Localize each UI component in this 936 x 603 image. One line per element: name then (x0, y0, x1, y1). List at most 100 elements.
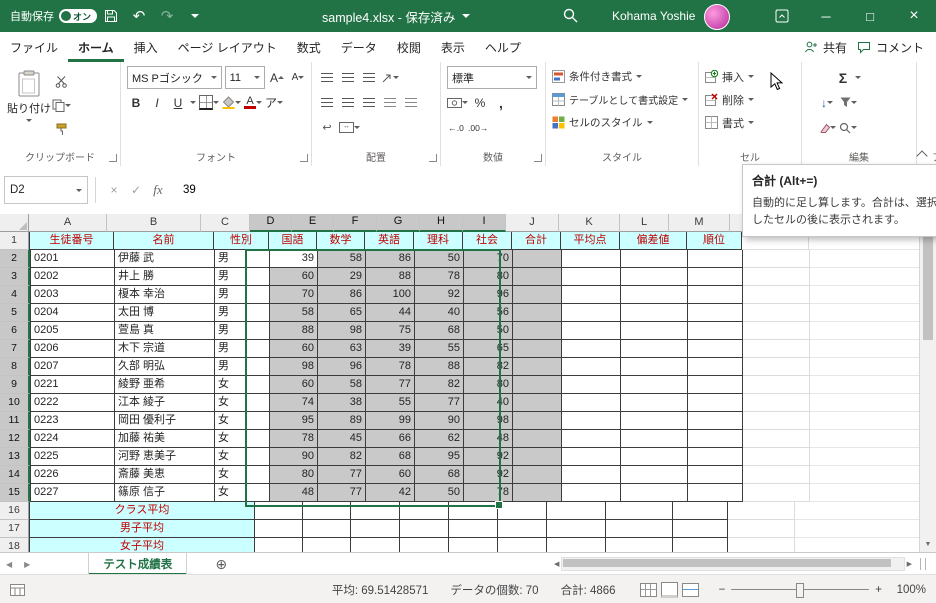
cell-J13[interactable] (562, 448, 621, 466)
cell-A6[interactable]: 0205 (30, 322, 115, 340)
column-header-D[interactable]: D (250, 214, 292, 232)
maximize-button[interactable]: □ (848, 0, 892, 32)
cell-G13[interactable]: 95 (415, 448, 464, 466)
autosave-toggle[interactable]: オン (59, 9, 97, 23)
cell-M15[interactable] (743, 484, 810, 502)
status-sum[interactable]: 合計: 4866 (561, 582, 616, 598)
row-header-18[interactable]: 18 (0, 538, 29, 552)
cell-I13[interactable] (513, 448, 562, 466)
cell-A13[interactable]: 0225 (30, 448, 115, 466)
cell-J5[interactable] (562, 304, 621, 322)
minimize-button[interactable]: ─ (804, 0, 848, 32)
row-header-4[interactable]: 4 (0, 286, 30, 304)
cell-C8[interactable]: 男 (215, 358, 270, 376)
cell-D12[interactable]: 78 (270, 430, 318, 448)
cell-K10[interactable] (621, 394, 688, 412)
cell-C6[interactable]: 男 (215, 322, 270, 340)
cell-I17[interactable] (498, 520, 547, 538)
font-color-button[interactable]: A (244, 93, 262, 113)
cell-I15[interactable] (513, 484, 562, 502)
cell-H3[interactable]: 80 (464, 268, 513, 286)
cell-C10[interactable]: 女 (215, 394, 270, 412)
cell-B8[interactable]: 久部 明弘 (115, 358, 215, 376)
cell-I10[interactable] (513, 394, 562, 412)
cell-H6[interactable]: 50 (464, 322, 513, 340)
cell-G9[interactable]: 82 (415, 376, 464, 394)
cell-L17[interactable] (673, 520, 728, 538)
cell-D1[interactable]: 国語 (269, 232, 317, 250)
font-name-dropdown-icon[interactable] (210, 76, 217, 79)
cell-B4[interactable]: 榎本 幸治 (115, 286, 215, 304)
row-header-5[interactable]: 5 (0, 304, 30, 322)
align-right-button[interactable] (360, 93, 378, 113)
cell-I6[interactable] (513, 322, 562, 340)
cell-F8[interactable]: 78 (366, 358, 415, 376)
cell-E8[interactable]: 96 (318, 358, 366, 376)
cut-button[interactable] (52, 71, 71, 91)
cell-M10[interactable] (743, 394, 810, 412)
row-header-8[interactable]: 8 (0, 358, 30, 376)
cell-K9[interactable] (621, 376, 688, 394)
cell-I8[interactable] (513, 358, 562, 376)
cell-C3[interactable]: 男 (215, 268, 270, 286)
save-button[interactable] (97, 0, 125, 32)
cell-B14[interactable]: 斎藤 美恵 (115, 466, 215, 484)
cell-H15[interactable]: 78 (464, 484, 513, 502)
cell-C14[interactable]: 女 (215, 466, 270, 484)
cell-F6[interactable]: 75 (366, 322, 415, 340)
enter-button[interactable]: ✓ (125, 183, 147, 197)
cell-E10[interactable]: 38 (318, 394, 366, 412)
sort-filter-button[interactable] (839, 93, 857, 113)
fill-color-button[interactable] (222, 93, 241, 113)
cell-D15[interactable]: 48 (270, 484, 318, 502)
cell-F10[interactable]: 55 (366, 394, 415, 412)
cell-E7[interactable]: 63 (318, 340, 366, 358)
cell-F14[interactable]: 60 (366, 466, 415, 484)
cell-L4[interactable] (688, 286, 743, 304)
cell-B11[interactable]: 岡田 優利子 (115, 412, 215, 430)
underline-button[interactable]: U (169, 93, 187, 113)
column-header-C[interactable]: C (201, 214, 250, 232)
cell-G5[interactable]: 40 (415, 304, 464, 322)
cell-J17[interactable] (547, 520, 606, 538)
cell-K17[interactable] (606, 520, 673, 538)
increase-indent-button[interactable] (402, 93, 420, 113)
cell-I9[interactable] (513, 376, 562, 394)
sheet-scroll-left-button[interactable]: ◀ (0, 560, 18, 569)
cell-F2[interactable]: 86 (366, 250, 415, 268)
h-scroll-track[interactable] (561, 557, 905, 571)
cell-E12[interactable]: 45 (318, 430, 366, 448)
tab-page-layout[interactable]: ページ レイアウト (168, 32, 287, 62)
cell-C4[interactable]: 男 (215, 286, 270, 304)
decrease-font-button[interactable]: A (289, 68, 307, 88)
cell-M16[interactable] (728, 502, 795, 520)
cell-G15[interactable]: 50 (415, 484, 464, 502)
cell-M18[interactable] (728, 538, 795, 552)
cell-B12[interactable]: 加藤 祐美 (115, 430, 215, 448)
tab-split-handle[interactable] (920, 558, 926, 570)
tab-data[interactable]: データ (331, 32, 387, 62)
decrease-indent-button[interactable] (381, 93, 399, 113)
page-break-view-button[interactable] (681, 582, 699, 597)
cell-D7[interactable]: 60 (270, 340, 318, 358)
cell-E1[interactable]: 数学 (317, 232, 365, 250)
font-name-combo[interactable]: MS Pゴシック (127, 66, 222, 89)
cell-F15[interactable]: 42 (366, 484, 415, 502)
align-left-button[interactable] (318, 93, 336, 113)
cell-C11[interactable]: 女 (215, 412, 270, 430)
cell-M3[interactable] (743, 268, 810, 286)
cell-G6[interactable]: 68 (415, 322, 464, 340)
cell-C9[interactable]: 女 (215, 376, 270, 394)
row-header-9[interactable]: 9 (0, 376, 30, 394)
cell-J18[interactable] (547, 538, 606, 552)
align-middle-button[interactable] (339, 68, 357, 88)
document-title[interactable]: sample4.xlsx - 保存済み (322, 0, 471, 32)
cell-D9[interactable]: 60 (270, 376, 318, 394)
cell-D18[interactable] (255, 538, 303, 552)
cell-G18[interactable] (400, 538, 449, 552)
row-header-1[interactable]: 1 (0, 232, 29, 250)
zoom-in-button[interactable]: + (875, 584, 882, 596)
paste-dropdown-icon[interactable] (26, 119, 32, 122)
cell-D4[interactable]: 70 (270, 286, 318, 304)
cell-B13[interactable]: 河野 恵美子 (115, 448, 215, 466)
